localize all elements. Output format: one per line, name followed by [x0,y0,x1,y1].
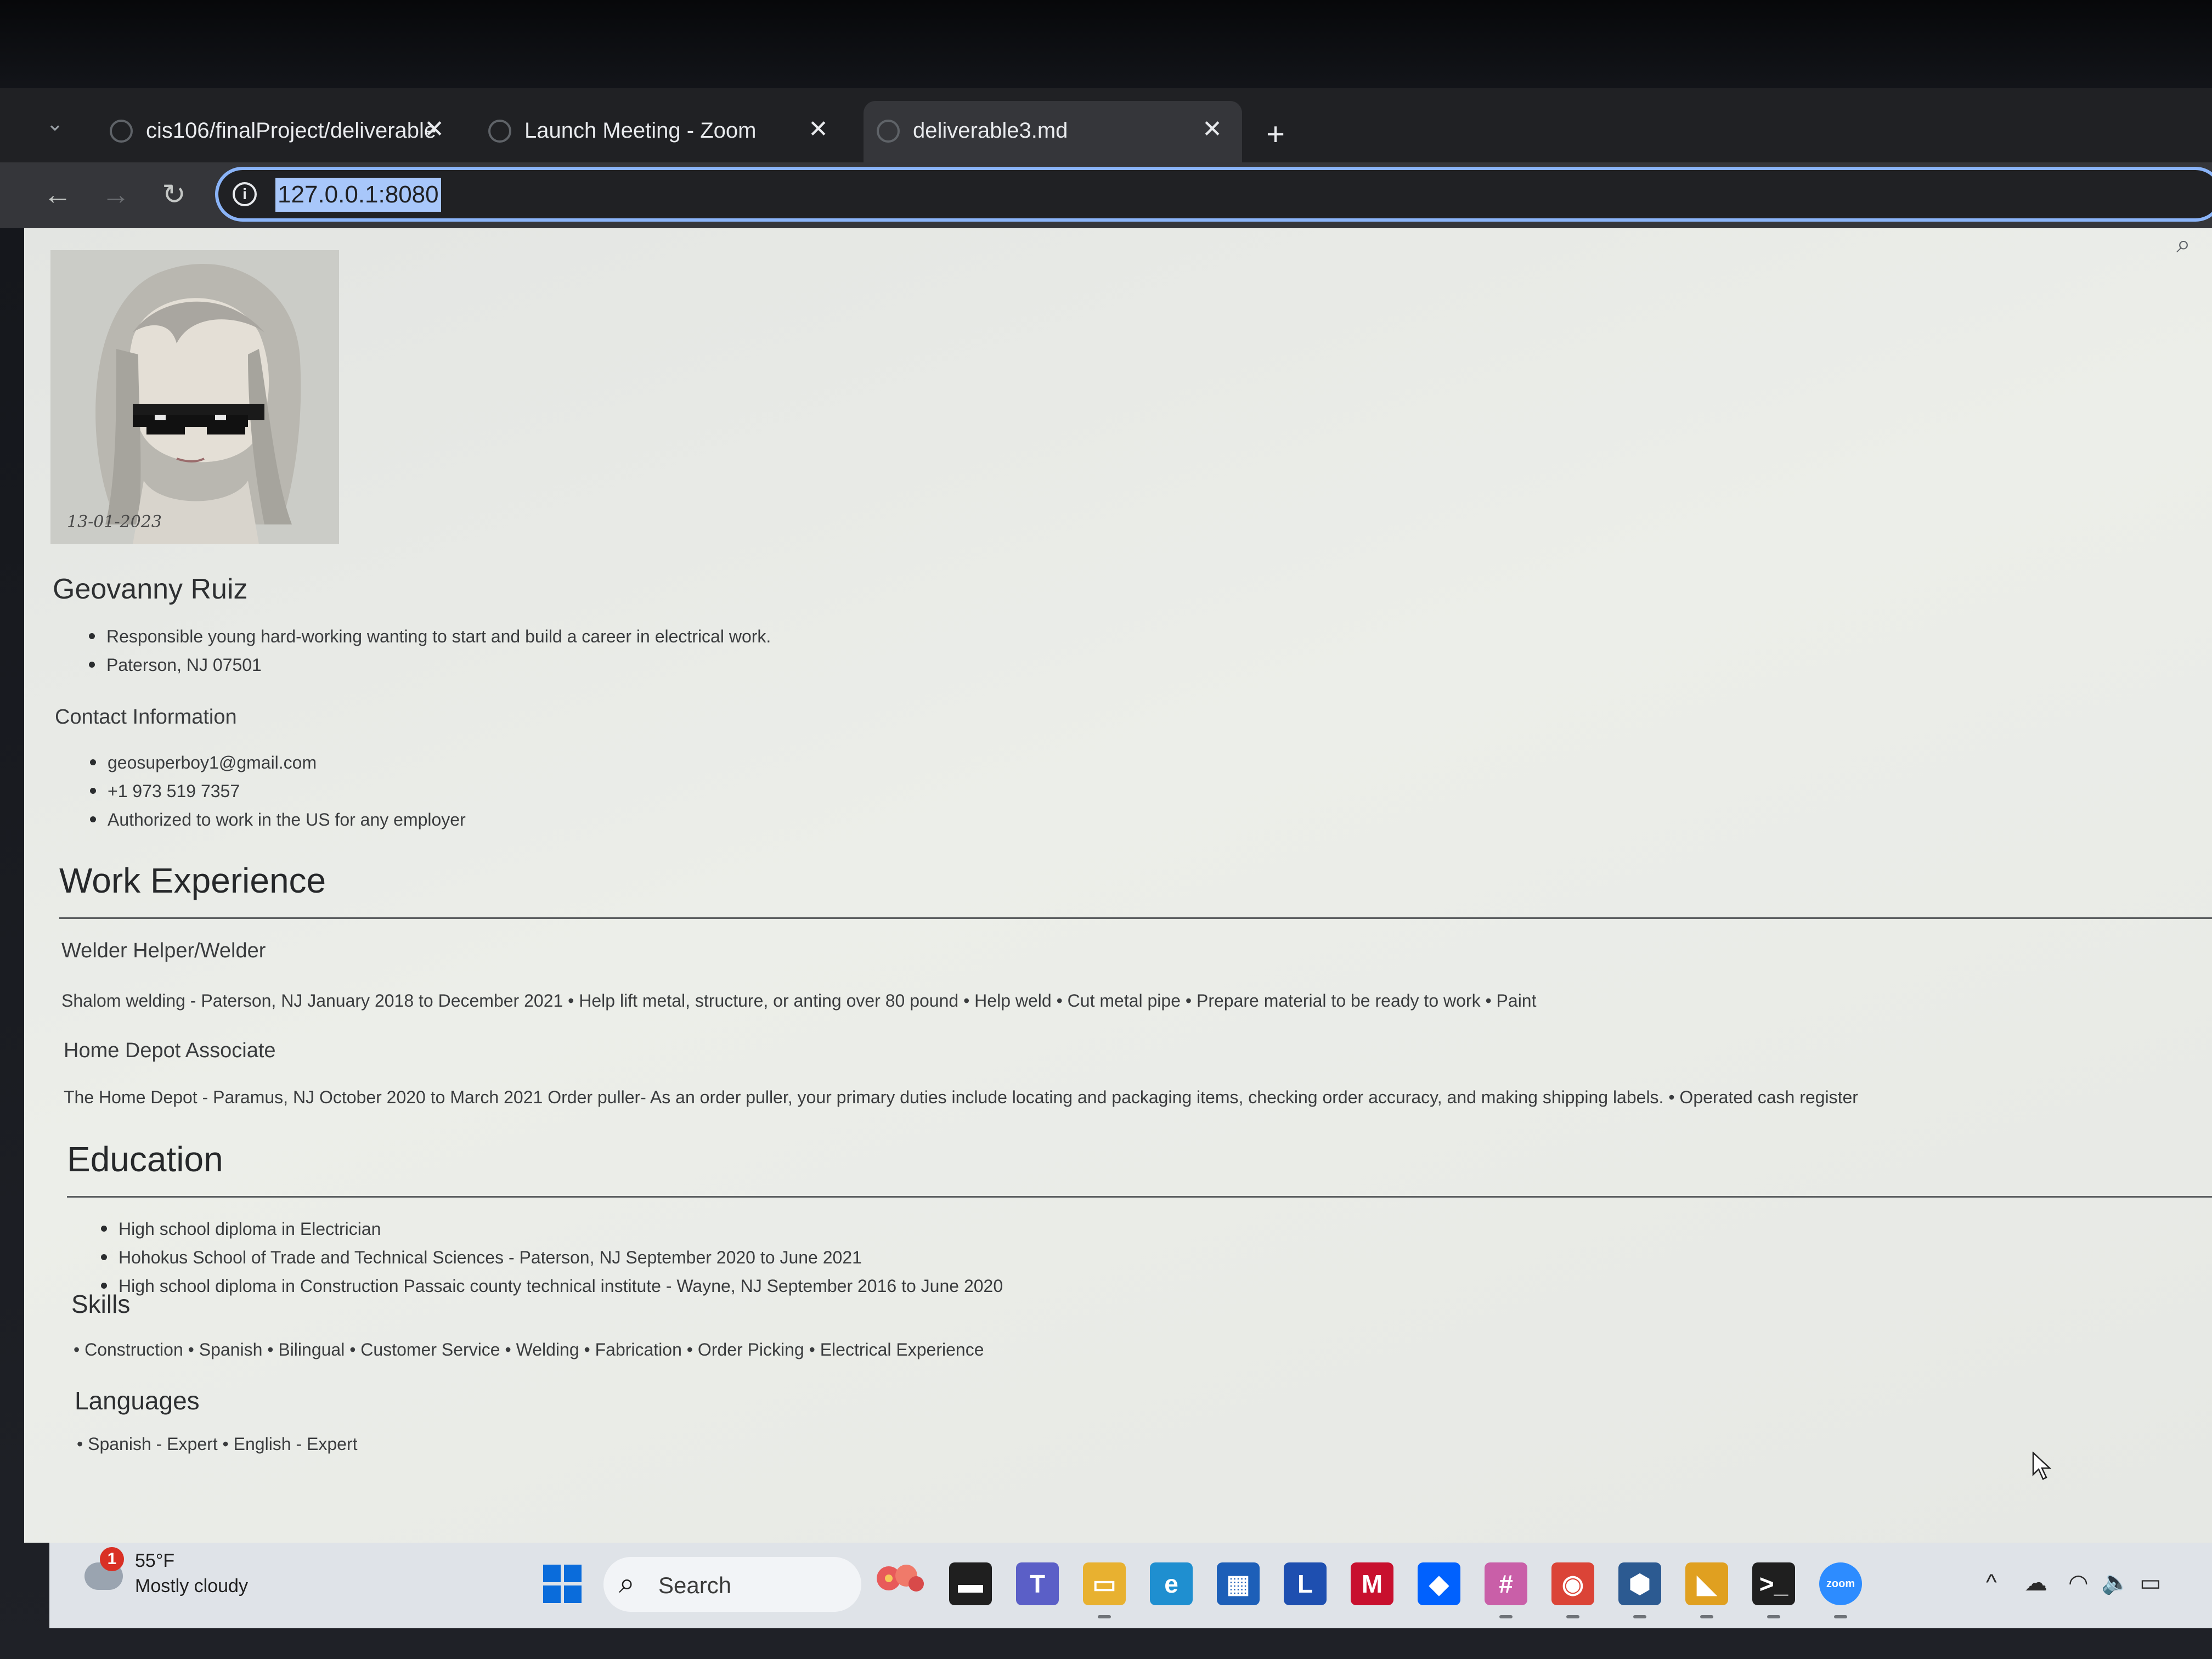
page-viewport: ⌕ 13-01-2023 Geovanny Ruiz Responsible y… [24,228,2212,1543]
edge-icon[interactable]: e [1150,1562,1193,1605]
terminal-icon[interactable]: >_ [1752,1562,1795,1618]
search-highlight-flowers-icon [872,1559,927,1598]
section-divider [59,917,2212,919]
resume-name: Geovanny Ruiz [53,573,248,605]
back-arrow-icon[interactable]: ← [38,176,77,214]
tab-deliverable3-md[interactable]: deliverable3.md ✕ [864,101,1242,165]
list-item: Hohokus School of Trade and Technical Sc… [100,1243,1003,1272]
zoom-magnifier-icon[interactable]: ⌕ [2168,228,2199,259]
tab-cis106-project[interactable]: cis106/finalProject/deliverable ✕ [97,101,464,165]
list-item: High school diploma in Electrician [100,1215,1003,1243]
tab-launch-meeting-zoom[interactable]: Launch Meeting - Zoom ✕ [475,101,848,165]
store-icon[interactable]: ▦ [1217,1562,1260,1605]
job-description: Shalom welding - Paterson, NJ January 20… [61,991,1537,1011]
taskbar-search[interactable]: ⌕ Search [603,1557,861,1612]
summary-list: Responsible young hard-working wanting t… [84,622,771,679]
mcafee-icon[interactable]: M [1351,1562,1393,1605]
notification-badge: 1 [100,1547,124,1571]
section-divider [67,1196,2212,1198]
tab-title: Launch Meeting - Zoom [524,119,757,143]
tab-title: deliverable3.md [913,119,1068,143]
email-item: geosuperboy1@gmail.com [90,748,466,777]
reload-icon[interactable]: ↻ [155,176,193,214]
vscode-icon[interactable]: ◣ [1685,1562,1728,1618]
tab-close-icon[interactable]: ✕ [1202,115,1222,143]
contact-list: geosuperboy1@gmail.com +1 973 519 7357 A… [86,748,466,834]
github-favicon-icon [110,120,133,143]
profile-picture: 13-01-2023 [50,250,339,544]
tab-search-chevron-down-icon[interactable]: ⌄ [38,108,71,140]
file-explorer-icon[interactable]: ▭ [1083,1562,1126,1618]
languages-heading: Languages [75,1386,200,1415]
languages-line: • Spanish - Expert • English - Expert [77,1434,358,1454]
education-heading: Education [67,1139,223,1179]
weather-temperature: 55°F [135,1550,175,1571]
list-item: High school diploma in Construction Pass… [100,1272,1003,1300]
address-bar[interactable]: i 127.0.0.1:8080 [215,167,2212,222]
forward-arrow-icon[interactable]: → [97,176,135,214]
job-description: The Home Depot - Paramus, NJ October 202… [64,1087,1858,1107]
globe-favicon-icon [488,120,511,143]
new-tab-plus-icon[interactable]: + [1256,115,1295,154]
globe-favicon-icon [877,120,900,143]
education-list: High school diploma in Electrician Hohok… [97,1215,1003,1300]
search-icon: ⌕ [619,1567,635,1599]
wifi-icon[interactable]: ◠ [2068,1569,2089,1596]
list-item: Responsible young hard-working wanting t… [88,622,771,651]
l-app-icon[interactable]: L [1284,1562,1327,1605]
photo-date-caption: 13-01-2023 [67,512,162,532]
taskbar: 1 55°F Mostly cloudy ⌕ Search ▬ T ▭ e ▦ L M ◆ # ◉… [49,1543,2212,1628]
list-item: Paterson, NJ 07501 [88,651,771,679]
search-label: Search [658,1572,732,1598]
work-authorization-item: Authorized to work in the US for any emp… [90,805,466,834]
dropbox-icon[interactable]: ◆ [1418,1562,1460,1605]
url-text[interactable]: 127.0.0.1:8080 [275,178,441,212]
teams-icon[interactable]: T [1016,1562,1059,1605]
onedrive-cloud-icon[interactable]: ☁ [2024,1569,2047,1596]
weather-condition: Mostly cloudy [135,1576,248,1596]
skills-line: • Construction • Spanish • Bilingual • C… [74,1340,984,1359]
work-experience-heading: Work Experience [59,861,326,900]
slack-icon[interactable]: # [1485,1562,1527,1618]
volume-icon[interactable]: 🔈 [2101,1569,2130,1596]
browser-toolbar: ← → ↻ i 127.0.0.1:8080 [0,162,2212,228]
phone-item: +1 973 519 7357 [90,777,466,805]
task-view-icon[interactable]: ▬ [949,1562,992,1605]
tab-close-icon[interactable]: ✕ [808,115,828,143]
tab-close-icon[interactable]: ✕ [424,115,444,143]
skills-heading: Skills [71,1290,131,1318]
virtualbox-icon[interactable]: ⬢ [1618,1562,1661,1618]
battery-icon[interactable]: ▭ [2140,1569,2162,1596]
tab-strip: ⌄ cis106/finalProject/deliverable ✕ Laun… [0,88,2212,165]
zoom-icon[interactable]: zoom [1819,1562,1862,1618]
tray-overflow-chevron-icon[interactable]: ^ [1986,1569,1997,1595]
job-title: Home Depot Associate [64,1039,276,1062]
chrome-icon[interactable]: ◉ [1551,1562,1594,1618]
contact-heading: Contact Information [55,706,237,729]
windows-start-icon[interactable] [543,1565,582,1603]
job-title: Welder Helper/Welder [61,939,266,962]
site-info-icon[interactable]: i [233,182,257,206]
screen: ⌄ cis106/finalProject/deliverable ✕ Laun… [0,0,2212,1659]
tab-title: cis106/finalProject/deliverable [146,119,437,143]
